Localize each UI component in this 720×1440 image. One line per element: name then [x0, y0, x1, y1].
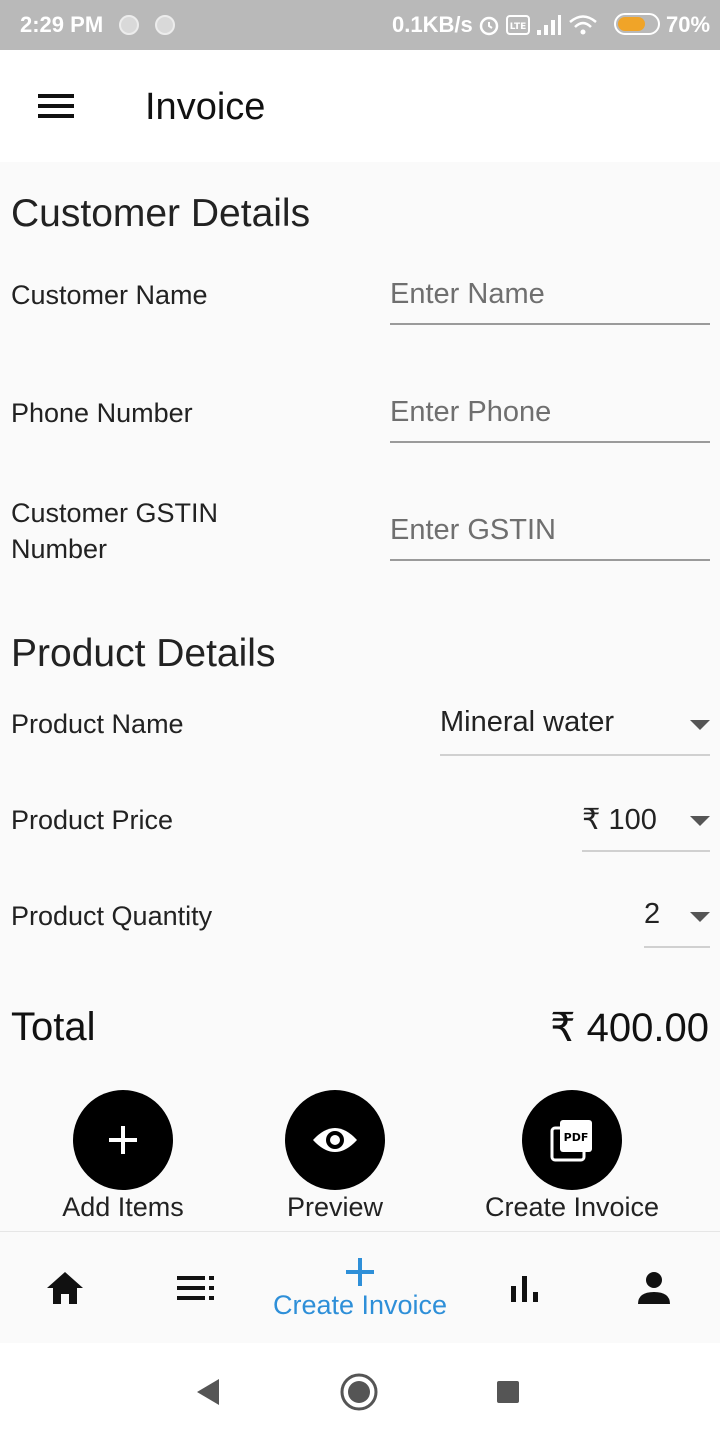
- product-name-value: Mineral water: [440, 706, 615, 738]
- create-invoice-label: Create Invoice: [484, 1192, 660, 1222]
- wifi-icon: [569, 15, 597, 35]
- preview-label: Preview: [286, 1192, 384, 1222]
- add-items-label: Add Items: [62, 1192, 184, 1222]
- plus-icon: [73, 1090, 173, 1190]
- battery-level: [618, 17, 645, 31]
- phone-number-input[interactable]: [390, 383, 710, 443]
- customer-name-label: Customer Name: [11, 280, 208, 310]
- notification-dot-icon: [119, 15, 139, 35]
- home-circle-icon[interactable]: [340, 1373, 378, 1411]
- pdf-icon: PDF: [522, 1090, 622, 1190]
- menu-icon[interactable]: [38, 94, 74, 120]
- product-price-dropdown[interactable]: ₹ 100: [582, 798, 710, 852]
- network-speed: 0.1KB/s: [392, 12, 473, 37]
- product-name-dropdown[interactable]: Mineral water: [440, 702, 710, 756]
- status-time: 2:29 PM: [20, 12, 104, 37]
- product-name-label: Product Name: [11, 709, 184, 739]
- battery-icon: [614, 13, 660, 35]
- product-quantity-value: 2: [644, 898, 661, 930]
- list-icon: [177, 1276, 214, 1300]
- signal-icon: [537, 15, 561, 35]
- home-icon: [47, 1272, 83, 1304]
- notification-dot-icon: [155, 15, 175, 35]
- customer-name-input[interactable]: [390, 265, 710, 325]
- nav-create-invoice[interactable]: Create Invoice: [250, 1232, 470, 1344]
- product-price-label: Product Price: [11, 805, 174, 835]
- svg-text:LTE: LTE: [510, 22, 527, 32]
- dropdown-arrow-icon: [690, 816, 710, 826]
- eye-icon: [285, 1090, 385, 1190]
- plus-icon: [346, 1257, 374, 1286]
- app-bar: Invoice: [0, 50, 720, 162]
- page-title: Invoice: [145, 86, 266, 128]
- phone-number-label: Phone Number: [11, 398, 193, 428]
- product-price-value: ₹ 100: [582, 804, 657, 836]
- customer-gstin-input[interactable]: [390, 501, 710, 561]
- dropdown-arrow-icon: [690, 720, 710, 730]
- nav-list[interactable]: [156, 1232, 236, 1344]
- customer-gstin-label-line1: Customer GSTIN: [11, 498, 219, 528]
- battery-percent: 70%: [666, 12, 711, 37]
- person-icon: [638, 1272, 670, 1304]
- bar-chart-icon: [511, 1276, 538, 1302]
- product-quantity-label: Product Quantity: [11, 901, 213, 931]
- add-items-button[interactable]: Add Items: [53, 1090, 193, 1223]
- nav-profile[interactable]: [614, 1232, 694, 1344]
- system-navigation: [0, 1343, 720, 1440]
- customer-gstin-label-line2: Number: [11, 534, 108, 564]
- volte-icon: LTE: [506, 15, 530, 35]
- customer-details-heading: Customer Details: [11, 192, 311, 235]
- dropdown-arrow-icon: [690, 912, 710, 922]
- create-invoice-button[interactable]: PDF Create Invoice: [477, 1090, 667, 1223]
- recents-icon[interactable]: [496, 1380, 520, 1404]
- preview-button[interactable]: Preview: [265, 1090, 405, 1223]
- nav-create-invoice-label: Create Invoice: [272, 1289, 448, 1320]
- svg-text:PDF: PDF: [564, 1131, 589, 1144]
- customer-gstin-label: Customer GSTIN Number: [11, 495, 218, 567]
- product-details-heading: Product Details: [11, 632, 276, 675]
- status-icons: LTE: [478, 12, 598, 38]
- alarm-icon: [479, 16, 499, 36]
- total-label: Total: [11, 1005, 96, 1049]
- status-bar: 2:29 PM 0.1KB/s LTE 70%: [0, 0, 720, 50]
- nav-home[interactable]: [25, 1232, 105, 1344]
- bottom-navigation: Create Invoice: [0, 1231, 720, 1343]
- product-quantity-dropdown[interactable]: 2: [644, 894, 710, 948]
- nav-reports[interactable]: [484, 1232, 564, 1344]
- back-icon[interactable]: [195, 1377, 221, 1407]
- total-value: ₹ 400.00: [550, 1006, 709, 1050]
